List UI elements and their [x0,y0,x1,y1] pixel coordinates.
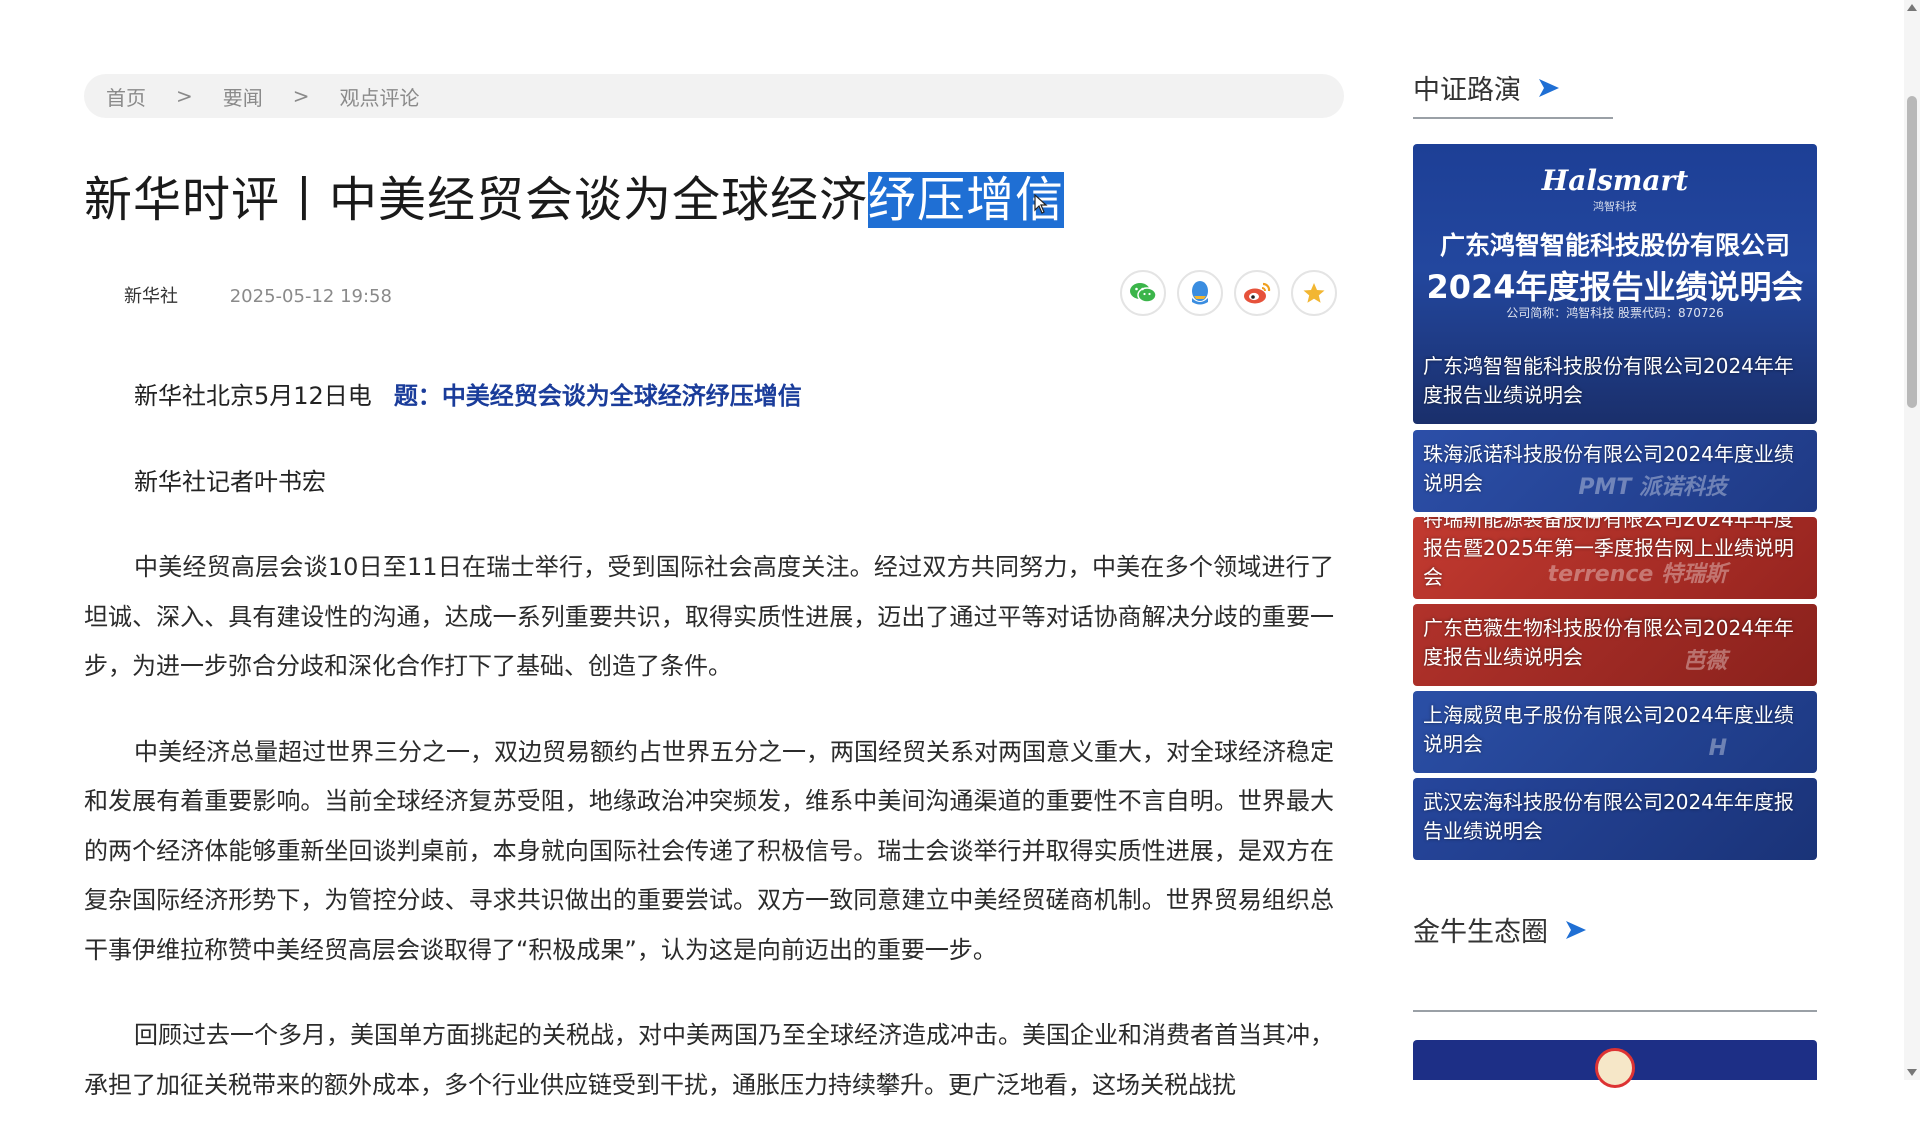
breadcrumb-opinion[interactable]: 观点评论 [340,82,420,111]
headline-text: 中美经贸会谈为全球经济纾压增信 [441,382,802,410]
roadshow-title: 武汉宏海科技股份有限公司2024年年度报告业绩说明会 [1423,790,1794,843]
roadshow-watermark: 芭薇 [1682,649,1727,674]
article-meta: 新华社 2025-05-12 19:58 [124,282,392,308]
section-underline [1413,117,1613,119]
banner-code: 公司简称：鸿智科技 股票代码：870726 [1506,306,1724,320]
breadcrumb: 首页 > 要闻 > 观点评论 [84,74,1344,118]
banner-event: 2024年度报告业绩说明会 [1426,268,1804,306]
roadshow-title: 上海威贸电子股份有限公司2024年度业绩说明会 [1423,703,1794,756]
roadshow-item[interactable]: PMT 派诺科技 珠海派诺科技股份有限公司2024年度业绩说明会 [1413,430,1817,512]
article-paragraph: 回顾过去一个多月，美国单方面挑起的关税战，对中美两国乃至全球经济造成冲击。美国企… [84,1021,1334,1099]
article-date: 2025-05-12 19:58 [229,286,392,307]
wechat-share-button[interactable] [1120,270,1166,316]
banner-company: 广东鸿智智能科技股份有限公司 [1439,231,1790,260]
article-source: 新华社 [124,286,178,307]
article-reporter: 新华社记者叶书宏 [134,467,326,496]
page-scrollbar[interactable] [1904,0,1920,1080]
breadcrumb-separator: > [176,84,193,108]
arrow-right-icon [1539,78,1559,97]
wechat-icon [1130,283,1157,303]
company-logo-sub: 鸿智科技 [1593,200,1637,213]
scroll-up-icon[interactable] [1907,4,1917,11]
qq-icon [1192,281,1208,305]
company-logo: Halsmart [1541,164,1689,197]
section-title: 金牛生态圈 [1413,917,1548,948]
roadshow-item[interactable]: terrence 特瑞斯 特瑞斯能源装备股份有限公司2024年年度报告暨2025… [1413,517,1817,599]
weibo-share-button[interactable] [1234,270,1280,316]
arrow-right-icon [1566,920,1586,939]
headline-prefix: 题： [393,382,442,410]
qq-share-button[interactable] [1177,270,1223,316]
sidebar-section-ecosystem[interactable]: 金牛生态圈 [1413,910,1588,949]
mouse-cursor-icon [1034,194,1048,214]
section-divider [1413,1010,1817,1012]
breadcrumb-news[interactable]: 要闻 [223,82,263,111]
emblem-icon [1595,1048,1635,1088]
weibo-icon [1244,282,1271,304]
section-title: 中证路演 [1413,75,1521,106]
breadcrumb-home[interactable]: 首页 [106,82,146,111]
favorite-button[interactable] [1291,270,1337,316]
ecosystem-banner[interactable] [1413,1040,1817,1088]
roadshow-watermark: PMT 派诺科技 [1578,475,1727,500]
roadshow-item[interactable]: 芭薇 广东芭薇生物科技股份有限公司2024年年度报告业绩说明会 [1413,604,1817,686]
breadcrumb-separator: > [292,84,310,108]
roadshow-item[interactable]: 武汉宏海科技股份有限公司2024年年度报告业绩说明会 [1413,778,1817,860]
article-dateline: 新华社北京5月12日电 题：中美经贸会谈为全球经济纾压增信 [84,372,1334,422]
page-title: 新华时评丨中美经贸会谈为全球经济纾压增信 [84,160,1065,230]
dateline-text: 新华社北京5月12日电 [134,382,372,410]
sidebar-section-roadshow[interactable]: 中证路演 [1413,68,1613,119]
share-bar [1120,270,1337,316]
roadshow-banner[interactable]: Halsmart 鸿智科技 广东鸿智智能科技股份有限公司 2024年度报告业绩说… [1413,144,1817,424]
scrollbar-thumb[interactable] [1907,96,1917,408]
article-paragraph: 中美经济总量超过世界三分之一，双边贸易额约占世界五分之一，两国经贸关系对两国意义… [84,737,1334,964]
roadshow-title: 特瑞斯能源装备股份有限公司2024年年度报告暨2025年第一季度报告网上业绩说明… [1423,517,1794,589]
banner-caption: 广东鸿智智能科技股份有限公司2024年年度报告业绩说明会 [1423,354,1794,407]
article-headline: 题：中美经贸会谈为全球经济纾压增信 [394,382,802,410]
star-icon [1303,283,1325,303]
article-paragraph: 中美经贸高层会谈10日至11日在瑞士举行，受到国际社会高度关注。经过双方共同努力… [84,553,1334,680]
roadshow-item[interactable]: H 上海威贸电子股份有限公司2024年度业绩说明会 [1413,691,1817,773]
title-text: 新华时评丨中美经贸会谈为全球经济 [84,172,869,228]
article-body: 新华社北京5月12日电 题：中美经贸会谈为全球经济纾压增信 新华社记者叶书宏 中美… [84,372,1334,1146]
roadshow-title: 广东芭薇生物科技股份有限公司2024年年度报告业绩说明会 [1423,616,1794,669]
roadshow-watermark: H [1708,736,1727,761]
scroll-down-icon[interactable] [1907,1069,1917,1076]
